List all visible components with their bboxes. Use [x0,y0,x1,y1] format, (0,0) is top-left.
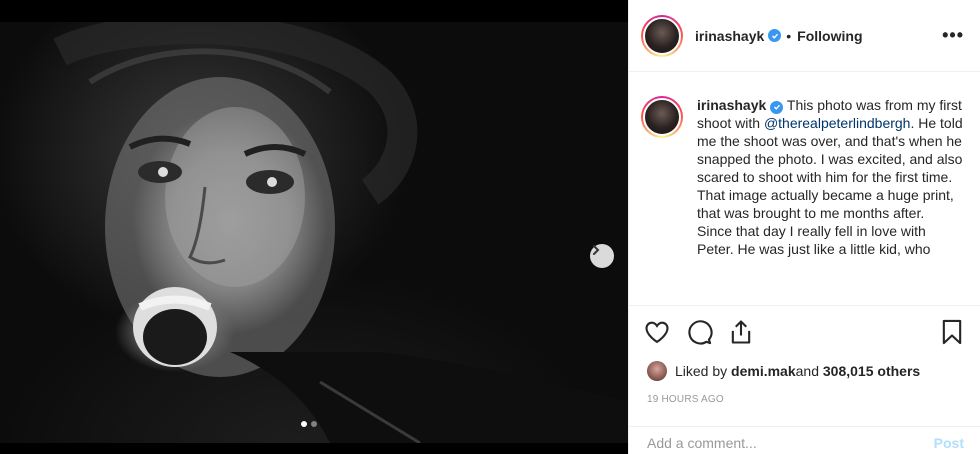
header-username[interactable]: irinashayk [695,28,764,44]
comment-icon[interactable] [685,318,713,346]
caption-paragraph-2: Since that day I really fell in love wit… [697,223,931,257]
comment-input[interactable] [647,430,934,451]
header-meta: irinashayk • Following [695,28,863,44]
post-header: irinashayk • Following ••• [629,0,980,72]
comment-box: Post [629,426,980,454]
action-bar [629,306,980,358]
share-icon[interactable] [727,318,755,346]
likes-middle: and [795,363,819,379]
post-sidebar: irinashayk • Following ••• irinashayk Th… [628,0,980,454]
verified-badge-icon [770,100,784,114]
likes-summary: Liked by demi.mak and 308,015 others [629,358,980,384]
carousel-indicator [301,421,317,427]
photo-illustration [53,22,628,443]
post-timestamp[interactable]: 19 HOURS AGO [629,384,980,416]
liker-username[interactable]: demi.mak [731,363,796,379]
verified-badge-icon [768,29,782,42]
chevron-right-icon [593,245,600,255]
following-button[interactable]: Following [797,28,862,44]
post-photo[interactable] [0,22,628,443]
caption-username[interactable]: irinashayk [697,97,766,113]
heart-icon[interactable] [643,318,671,346]
liker-avatar[interactable] [647,361,667,381]
caption-text: irinashayk This photo was from my first … [697,96,964,305]
caption-mention-link[interactable]: @therealpeterlindbergh [764,115,911,131]
next-image-button[interactable] [590,244,614,268]
more-options-icon[interactable]: ••• [942,25,964,46]
bookmark-icon[interactable] [938,318,966,346]
likes-count[interactable]: 308,015 others [823,363,920,379]
post-media [0,0,628,454]
post-comment-button[interactable]: Post [934,431,964,451]
header-separator: • [786,27,792,44]
caption-section: irinashayk This photo was from my first … [629,72,980,306]
carousel-dot-active [301,421,307,427]
caption-avatar[interactable] [641,96,683,138]
avatar[interactable] [641,14,683,57]
carousel-dot [311,421,317,427]
likes-prefix: Liked by [675,363,728,379]
